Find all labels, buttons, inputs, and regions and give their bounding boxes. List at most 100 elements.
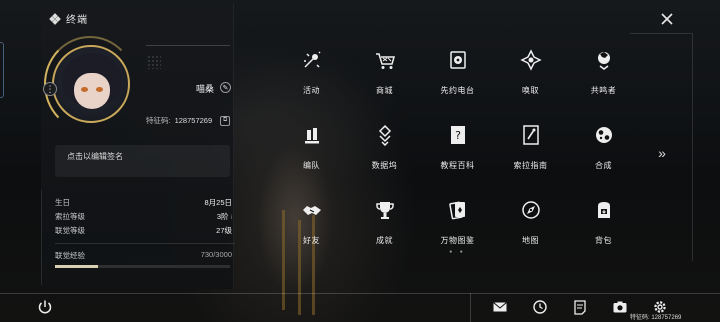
clock-button[interactable]	[520, 297, 560, 317]
compass-icon	[521, 201, 540, 219]
more-dots-icon: ⋮	[45, 83, 55, 94]
menu-item-label: 好友	[303, 236, 320, 245]
stat-label: 索拉等级	[55, 211, 85, 221]
function-menu-grid: 活动 商城 先约电台 唤取 共鸣者 编队 数据坞? 教程百科 索拉指南 合成 好友 成就 万物图鉴 ● ●…	[275, 43, 640, 268]
terminal-header: 终端	[49, 11, 88, 26]
signature-placeholder: 点击以编辑签名	[67, 152, 123, 161]
experience-label: 联觉经验	[55, 251, 85, 260]
stat-sola-level: 索拉等级 3阶 i	[55, 209, 235, 223]
player-name: 喵桑	[196, 84, 215, 94]
menu-item-handshake[interactable]: 好友	[275, 193, 348, 268]
menu-item-label: 万物图鉴	[440, 236, 475, 245]
menu-item-label: 共鸣者	[590, 86, 617, 95]
cards-icon	[448, 201, 465, 220]
radio-icon	[449, 51, 466, 69]
stats-section: 生日 8月25日 索拉等级 3阶 i 联觉等级 27级 联觉经验 730/300…	[55, 195, 235, 268]
trophy-icon	[375, 202, 394, 219]
menu-item-synthesis[interactable]: 合成	[567, 118, 640, 193]
menu-item-summon[interactable]: 唤取	[494, 43, 567, 118]
footer-uid: 特征码: 128757269	[630, 315, 682, 321]
close-icon	[661, 13, 673, 25]
power-button[interactable]	[36, 298, 54, 316]
experience-row: 联觉经验 730/3000	[55, 250, 235, 261]
bottom-bar-divider	[470, 293, 471, 322]
summon-icon	[519, 49, 542, 71]
stats-side-line	[41, 190, 42, 285]
left-edge-tab[interactable]	[0, 42, 4, 98]
data-bank-icon	[378, 124, 391, 146]
menu-item-label: 地图	[522, 236, 539, 245]
stat-value: 8月25日	[204, 197, 232, 207]
handshake-icon	[302, 206, 321, 215]
menu-item-tutorial-book[interactable]: ? 教程百科	[421, 118, 494, 193]
menu-item-cards[interactable]: 万物图鉴 ● ●	[421, 193, 494, 268]
menu-item-team[interactable]: 编队	[275, 118, 348, 193]
resonator-icon	[597, 52, 610, 70]
close-button[interactable]	[656, 8, 678, 30]
double-chevron-right-icon: »	[658, 145, 666, 161]
backpack-icon	[597, 202, 610, 218]
pencil-icon: ✎	[222, 84, 229, 92]
frame-line	[630, 33, 692, 34]
menu-item-label: 成就	[376, 236, 393, 245]
menu-item-event[interactable]: 活动	[275, 43, 348, 118]
stat-value: 27级	[216, 225, 232, 235]
menu-item-label: 唤取	[522, 86, 539, 95]
stat-label: 联觉等级	[55, 225, 85, 235]
notice-button[interactable]	[560, 297, 600, 317]
menu-item-shop-cart[interactable]: 商城	[348, 43, 421, 118]
experience-value: 730/3000	[200, 250, 232, 259]
terminal-title: 终端	[66, 15, 88, 26]
experience-bar-fill	[55, 265, 98, 268]
stat-label: 生日	[55, 197, 70, 207]
clock-icon	[533, 300, 547, 314]
menu-item-label: 索拉指南	[513, 161, 548, 170]
menu-item-label: 数据坞	[371, 161, 398, 170]
next-page-button[interactable]: »	[654, 145, 670, 161]
stat-birthday: 生日 8月25日	[55, 195, 235, 209]
uid-row: 特征码: 128757269 ⧉	[146, 115, 231, 126]
menu-item-label: 教程百科	[440, 161, 475, 170]
menu-item-data-bank[interactable]: 数据坞	[348, 118, 421, 193]
svg-text:?: ?	[455, 129, 461, 142]
shop-cart-icon	[375, 53, 395, 69]
menu-item-label: 商城	[376, 86, 393, 95]
more-options-button[interactable]: ⋮	[43, 82, 57, 96]
uid-value: 128757269	[174, 116, 213, 125]
avatar[interactable]	[52, 45, 130, 123]
menu-item-label: 先约电台	[440, 86, 475, 95]
team-icon	[304, 128, 319, 144]
uid-label: 特征码:	[146, 116, 171, 125]
menu-item-label: 背包	[595, 236, 612, 245]
synthesis-icon	[595, 127, 612, 143]
stat-union-level: 联觉等级 27级	[55, 223, 235, 237]
copy-uid-icon[interactable]: ⧉	[220, 115, 231, 126]
stat-value: 3阶 i	[216, 211, 232, 221]
mail-icon	[493, 302, 507, 312]
diamond-logo-icon	[49, 12, 61, 25]
menu-item-radio[interactable]: 先约电台	[421, 43, 494, 118]
menu-item-trophy[interactable]: 成就	[348, 193, 421, 268]
guide-book-icon	[522, 125, 539, 145]
menu-item-label: 合成	[595, 161, 612, 170]
menu-item-resonator[interactable]: 共鸣者	[567, 43, 640, 118]
info-icon[interactable]: i	[231, 215, 232, 221]
experience-bar	[55, 265, 230, 268]
menu-item-label: 活动	[303, 86, 320, 95]
pager-dots-icon: ● ●	[449, 249, 466, 255]
menu-item-guide-book[interactable]: 索拉指南	[494, 118, 567, 193]
menu-item-label: 编队	[303, 161, 320, 170]
menu-item-compass[interactable]: 地图	[494, 193, 567, 268]
signature-field[interactable]: 点击以编辑签名	[55, 145, 230, 177]
frame-line-vertical	[692, 33, 693, 261]
menu-item-backpack[interactable]: 背包	[567, 193, 640, 268]
notice-icon	[574, 300, 586, 315]
decorative-dots	[147, 55, 161, 69]
edit-name-button[interactable]: ✎	[220, 82, 231, 93]
event-icon	[303, 51, 321, 68]
divider	[146, 45, 230, 46]
tutorial-book-icon: ?	[450, 126, 465, 144]
mail-button[interactable]	[480, 297, 520, 317]
bottom-bar-line	[0, 293, 720, 294]
camera-icon	[613, 301, 627, 313]
